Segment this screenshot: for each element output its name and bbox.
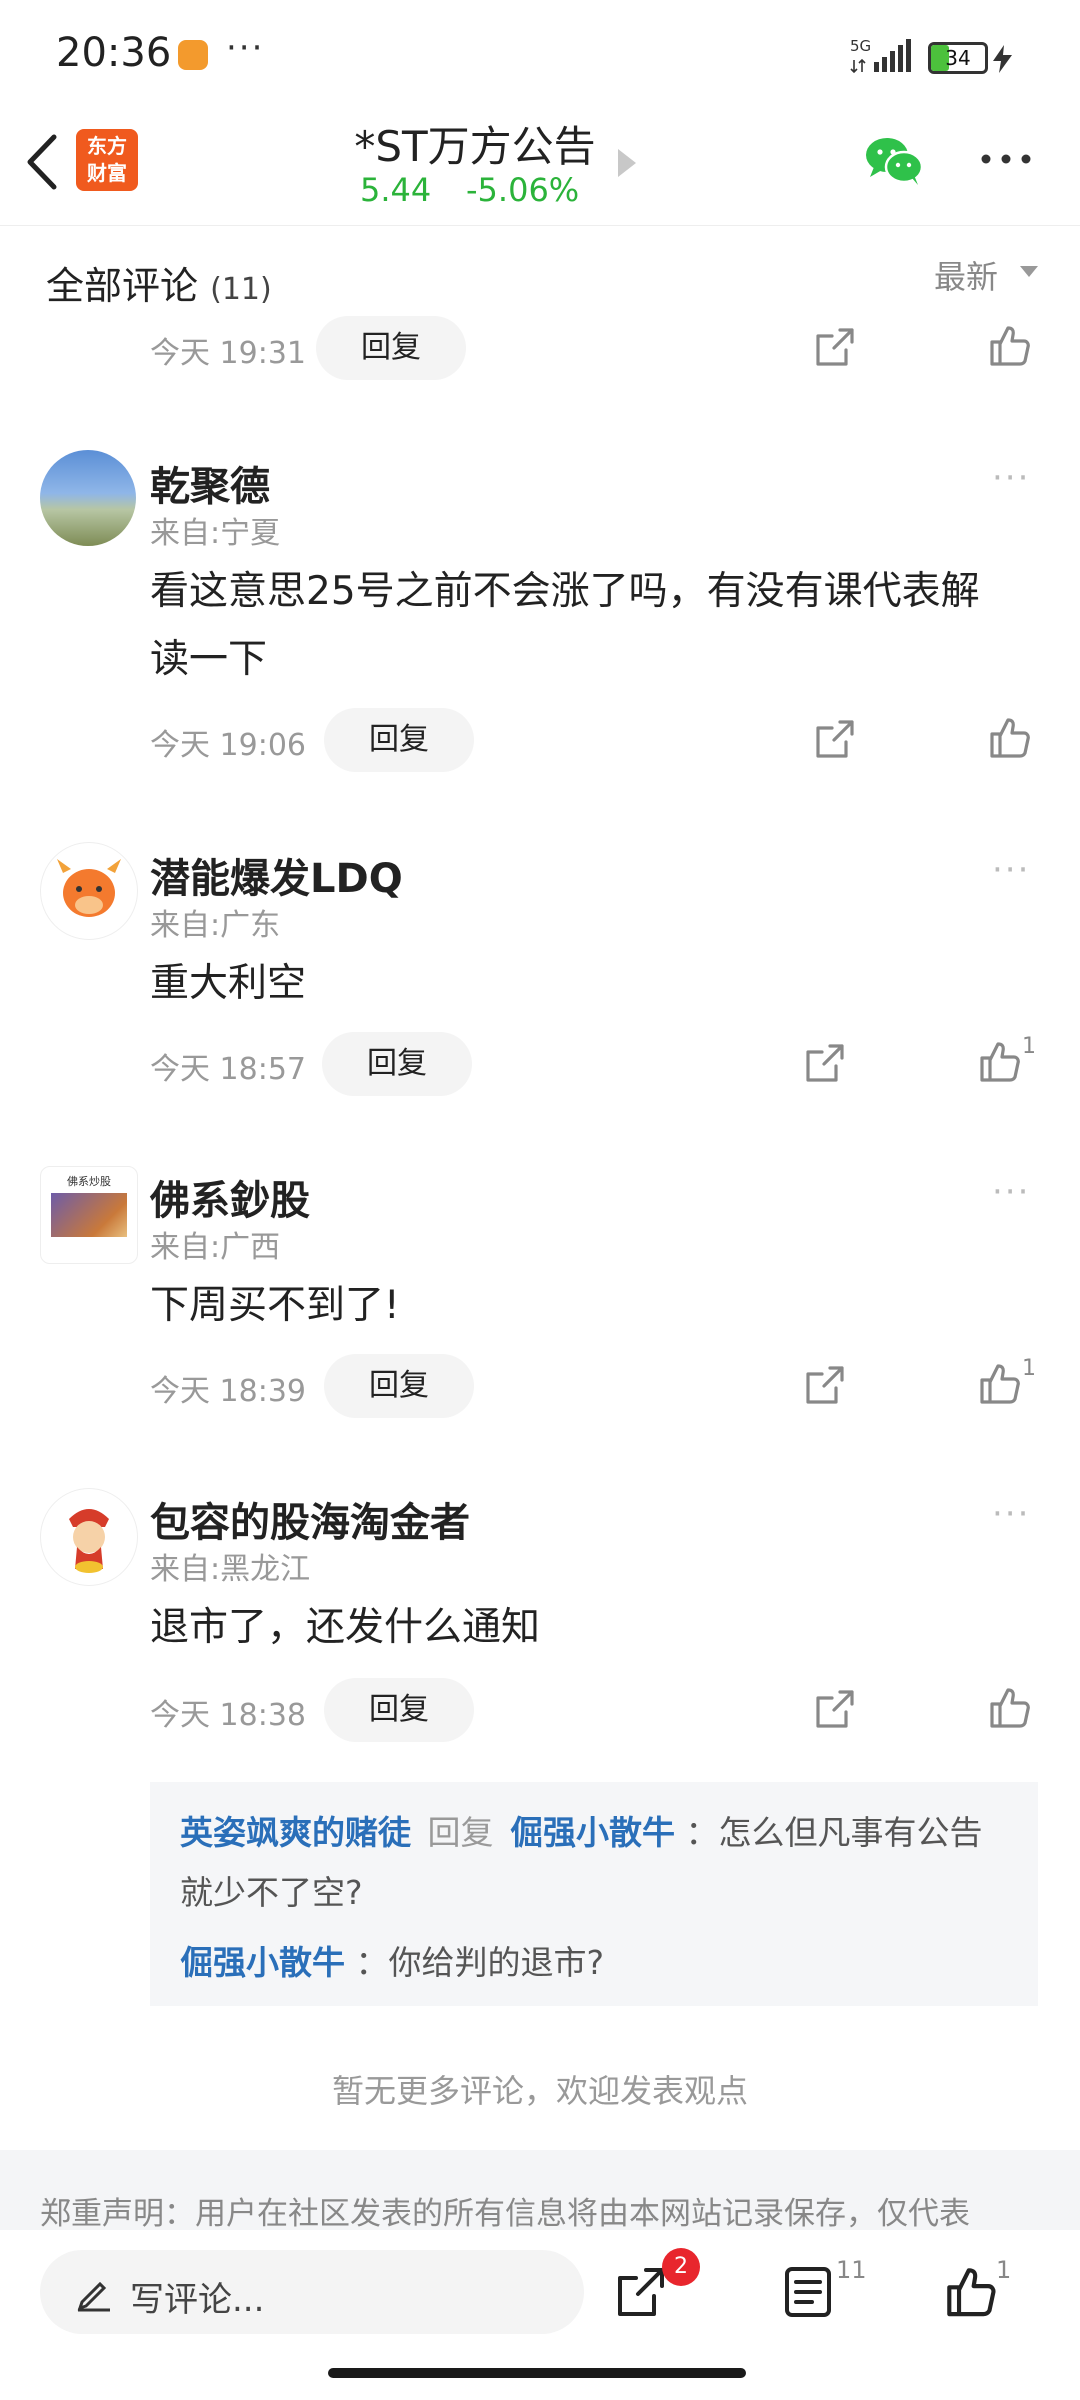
user-name[interactable]: 佛系鈔股 [150,1168,310,1226]
nested-replies[interactable]: 英姿飒爽的赌徒 回复 倔强小散牛 ：怎么但凡事有公告 就少不了空? 倔强小散牛 … [150,1782,1038,2006]
stock-price: 5.44 [360,171,432,209]
like-icon [947,2268,996,2317]
status-more-icon: ··· [226,28,265,68]
reply-button[interactable]: 回复 [324,1354,474,1418]
share-icon[interactable] [812,716,858,762]
status-bar: 20:36 ··· 5G 34 [0,0,1080,105]
comment-time: 今天 18:38 [150,1698,306,1733]
reply-text: ：怎么但凡事有公告 [685,1813,983,1852]
comment-more-icon[interactable]: ··· [992,1494,1030,1534]
title-arrow-icon[interactable] [618,149,636,177]
comment-time: 今天 19:06 [150,728,306,763]
page-title[interactable]: *ST万方公告 [340,113,610,174]
share-icon[interactable] [812,1686,858,1732]
avatar-image [51,1193,127,1237]
reply-word: 回复 [427,1813,494,1852]
caishen-avatar-icon [69,1509,109,1573]
battery-icon: 34 [928,42,988,74]
sort-caret-icon[interactable] [1020,266,1038,277]
sort-dropdown[interactable]: 最新 [934,252,998,298]
user-location: 来自:宁夏 [150,516,281,551]
avatar-caption: 佛系炒股 [67,1175,111,1188]
comment-body: 重大利空 [150,961,307,1006]
disclaimer-text: 郑重声明：用户在社区发表的所有信息将由本网站记录保存，仅代表 [40,2196,970,2232]
reply-text: ：你给判的退市? [355,1943,605,1982]
nested-reply[interactable]: 倔强小散牛 ：你给判的退市? [180,1936,604,1984]
back-arrow-icon [27,134,57,190]
reply-target-user[interactable]: 倔强小散牛 [510,1813,675,1852]
pencil-icon [77,2281,110,2312]
share-icon[interactable] [802,1362,848,1408]
comment-input[interactable]: 写评论... [40,2250,584,2334]
like-icon[interactable] [976,1360,1022,1406]
status-time: 20:36 [56,30,172,76]
comment-body: 下周买不到了! [150,1283,400,1328]
network-label: 5G [850,38,871,55]
reply-button[interactable]: 回复 [324,708,474,772]
no-more-comments: 暂无更多评论，欢迎发表观点 [331,2072,748,2110]
bull-avatar-icon [57,859,121,917]
user-avatar[interactable] [40,1488,138,1586]
comment-placeholder: 写评论... [130,2280,265,2320]
like-count: 1 [1022,1034,1036,1059]
wechat-share-icon[interactable] [864,135,924,187]
charging-icon [993,45,1012,73]
comment-more-icon[interactable]: ··· [992,458,1030,498]
share-icon[interactable] [802,1040,848,1086]
user-location: 来自:广西 [150,1230,281,1265]
like-icon[interactable] [986,714,1032,760]
reply-user[interactable]: 倔强小散牛 [180,1943,345,1982]
reply-button[interactable]: 回复 [324,1678,474,1742]
notification-app-icon [178,40,208,70]
user-name[interactable]: 潜能爆发LDQ [150,846,403,904]
reply-button[interactable]: 回复 [322,1032,472,1096]
comments-list-icon[interactable] [782,2264,834,2320]
comment-body-line: 读一下 [150,637,268,682]
comment-body: 退市了，还发什么通知 [150,1605,541,1650]
user-location: 来自:广东 [150,908,281,943]
back-button[interactable] [20,131,70,193]
share-button[interactable] [612,2264,668,2320]
reply-user[interactable]: 英姿飒爽的赌徒 [180,1813,411,1852]
home-indicator [328,2368,746,2378]
comment-time: 今天 18:57 [150,1052,306,1087]
user-name[interactable]: 乾聚德 [150,454,270,512]
comment-time: 今天 19:31 [150,336,306,371]
battery-percent: 34 [945,46,971,70]
comments-section-title: 全部评论 (11) [46,255,272,310]
like-icon[interactable] [986,322,1032,368]
like-count: 1 [1022,1356,1036,1381]
signal-icon: 5G [850,38,911,74]
comments-title-text: 全部评论 [46,264,199,308]
comments-count-badge: 11 [836,2256,867,2284]
logo-text-top: 东方 [87,134,127,158]
like-icon[interactable] [976,1038,1022,1084]
user-avatar[interactable] [40,450,136,546]
app-header: 东方 财富 *ST万方公告 5.44 -5.06% [0,105,1080,226]
share-icon[interactable] [812,324,858,370]
like-button[interactable] [942,2262,998,2320]
like-icon[interactable] [986,1684,1032,1730]
comments-count: (11) [210,272,272,307]
share-icon [618,2268,664,2316]
comment-body: 看这意思25号之前不会涨了吗，有没有课代表解 读一下 [150,558,980,694]
logo-text-bottom: 财富 [87,161,127,185]
comment-time: 今天 18:39 [150,1374,306,1409]
reply-text-continued: 就少不了空? [180,1873,363,1912]
user-avatar[interactable]: 佛系炒股 [40,1166,138,1264]
user-avatar[interactable] [40,842,138,940]
user-name[interactable]: 包容的股海淘金者 [150,1490,470,1548]
likes-count-badge: 1 [996,2256,1012,2284]
more-options-icon[interactable] [980,149,1032,169]
user-location: 来自:黑龙江 [150,1552,311,1587]
nested-reply[interactable]: 英姿飒爽的赌徒 回复 倔强小散牛 ：怎么但凡事有公告 [180,1806,983,1854]
comment-more-icon[interactable]: ··· [992,1172,1030,1212]
comment-body-line: 看这意思25号之前不会涨了吗，有没有课代表解 [150,569,980,614]
app-logo[interactable]: 东方 财富 [76,129,138,191]
share-badge: 2 [662,2248,700,2286]
reply-button[interactable]: 回复 [316,316,466,380]
stock-change: -5.06% [466,171,580,209]
comment-more-icon[interactable]: ··· [992,850,1030,890]
